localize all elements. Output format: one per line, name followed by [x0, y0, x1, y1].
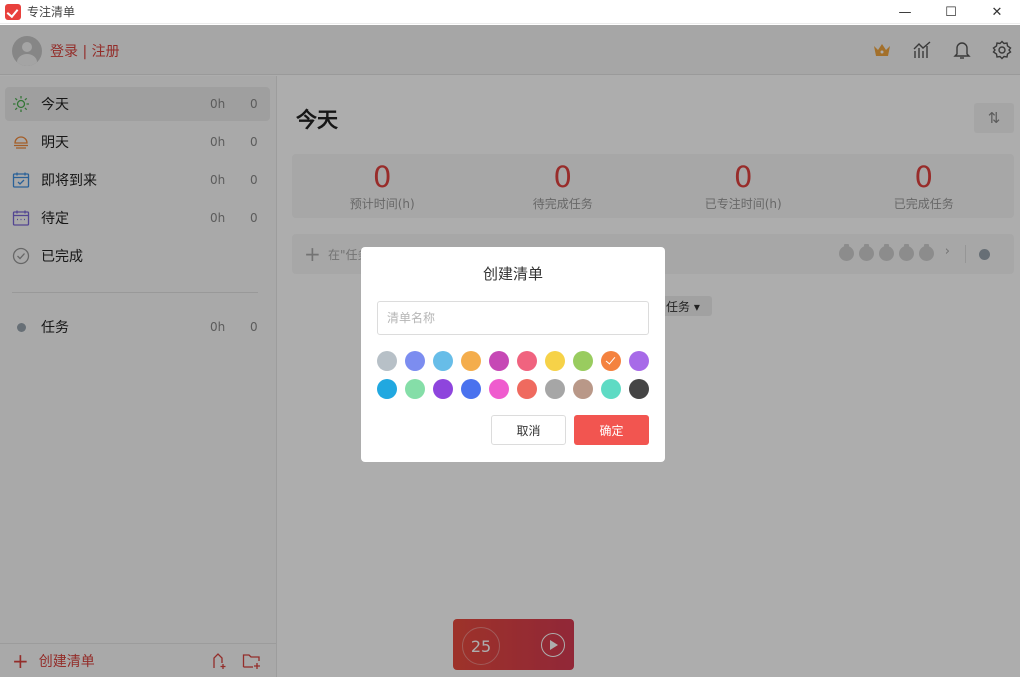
color-swatch[interactable]	[517, 351, 537, 371]
color-swatch[interactable]	[573, 379, 593, 399]
color-swatch[interactable]	[489, 379, 509, 399]
color-swatch[interactable]	[433, 351, 453, 371]
cancel-button[interactable]: 取消	[491, 415, 566, 445]
confirm-button[interactable]: 确定	[574, 415, 649, 445]
color-swatch[interactable]	[377, 379, 397, 399]
maximize-button[interactable]: ☐	[928, 0, 974, 24]
dialog-title: 创建清单	[482, 265, 543, 283]
create-list-dialog: 创建清单 取消 确定	[361, 247, 665, 462]
color-swatch-selected[interactable]	[601, 351, 621, 371]
color-swatch[interactable]	[573, 351, 593, 371]
color-swatch[interactable]	[405, 379, 425, 399]
window-controls: — ☐ ✕	[882, 0, 1020, 24]
color-swatch[interactable]	[461, 379, 481, 399]
color-picker	[377, 351, 653, 399]
minimize-button[interactable]: —	[882, 0, 928, 24]
app-logo-icon	[5, 3, 21, 20]
color-swatch[interactable]	[629, 379, 649, 399]
color-swatch[interactable]	[545, 379, 565, 399]
color-swatch[interactable]	[629, 351, 649, 371]
color-swatch[interactable]	[489, 351, 509, 371]
title-bar: 专注清单 — ☐ ✕	[0, 0, 1020, 24]
close-button[interactable]: ✕	[974, 0, 1020, 24]
color-swatch[interactable]	[405, 351, 425, 371]
color-swatch[interactable]	[517, 379, 537, 399]
color-swatch[interactable]	[461, 351, 481, 371]
color-swatch[interactable]	[377, 351, 397, 371]
list-name-input[interactable]	[377, 301, 649, 335]
color-swatch[interactable]	[601, 379, 621, 399]
color-swatch[interactable]	[433, 379, 453, 399]
color-swatch[interactable]	[545, 351, 565, 371]
app-title: 专注清单	[27, 5, 76, 19]
